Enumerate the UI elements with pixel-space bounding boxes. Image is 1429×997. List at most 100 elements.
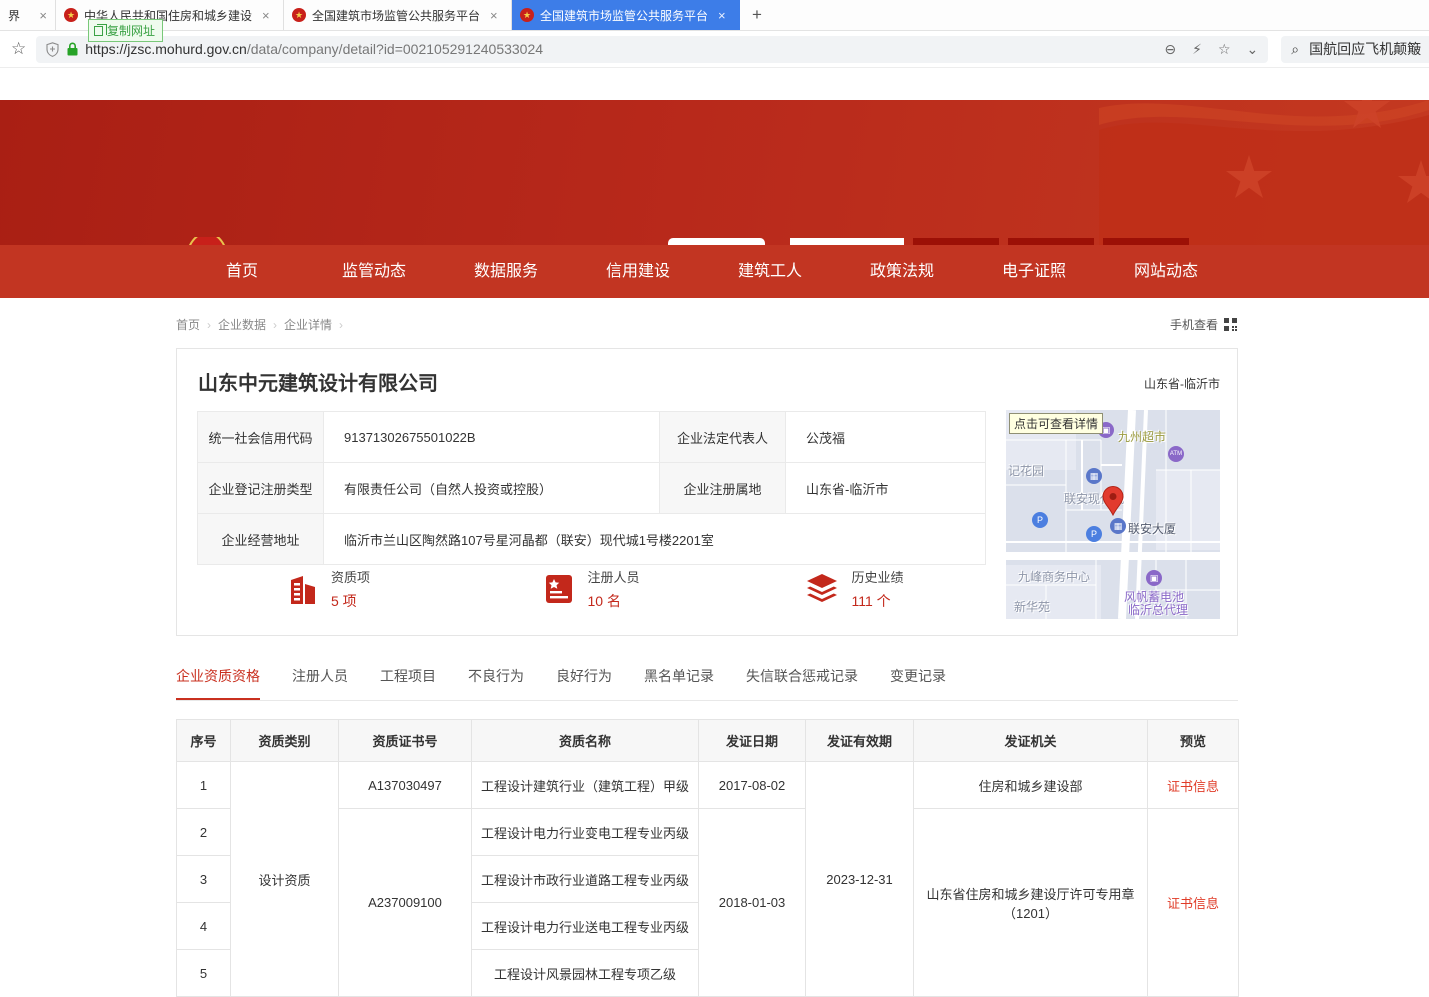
certificate-info-link[interactable]: 证书信息	[1167, 779, 1219, 794]
cell-no: 4	[177, 903, 231, 950]
legal-rep-label: 企业法定代表人	[660, 412, 786, 463]
browser-toolbar: ☆ https://jzsc.mohurd.gov.cn/data/compan…	[0, 31, 1429, 68]
flash-icon[interactable]: ⚡	[1192, 41, 1202, 58]
nav-item-home[interactable]: 首页	[176, 245, 308, 298]
tab-close-icon[interactable]: ×	[490, 9, 498, 22]
cell-name: 工程设计建筑行业（建筑工程）甲级	[472, 762, 699, 809]
stat-label: 资质项	[331, 567, 370, 586]
cell-category: 设计资质	[231, 762, 339, 997]
credit-code-label: 统一社会信用代码	[198, 412, 324, 463]
tab-close-icon[interactable]: ×	[39, 9, 47, 22]
cell-issue-date: 2018-01-03	[699, 809, 806, 997]
map-label-battery-2: 临沂总代理	[1128, 601, 1188, 618]
breadcrumb-home[interactable]: 首页	[176, 316, 200, 333]
main-content: 首页 › 企业数据 › 企业详情 › 手机查看 山东中元建筑设计有限公司 山东省…	[176, 316, 1238, 997]
tab-registered-personnel[interactable]: 注册人员	[292, 666, 348, 700]
certificate-info-link[interactable]: 证书信息	[1167, 896, 1219, 911]
tab-bad-behavior[interactable]: 不良行为	[468, 666, 524, 700]
search-tab-credit[interactable]: 诚信记录	[1103, 238, 1189, 245]
address-label: 企业经营地址	[198, 514, 324, 565]
legal-rep-value: 公茂福	[786, 412, 986, 463]
cell-cert-no: A137030497	[339, 762, 472, 809]
reg-type-value: 有限责任公司（自然人投资或控股）	[324, 463, 660, 514]
reg-type-label: 企业登记注册类型	[198, 463, 324, 514]
copy-url-tooltip: 复制网址	[88, 19, 163, 42]
search-tab-project[interactable]: 建设项目	[1008, 238, 1094, 245]
stat-qualifications: 资质项 5 项	[197, 567, 460, 611]
search-tab-enterprise[interactable]: 建设工程企业	[790, 238, 904, 245]
tab-projects[interactable]: 工程项目	[380, 666, 436, 700]
qr-code-card	[668, 238, 765, 245]
nav-item-policy[interactable]: 政策法规	[836, 245, 968, 298]
mobile-view-label[interactable]: 手机查看	[1170, 316, 1218, 333]
certificate-book-icon	[543, 573, 575, 605]
url-text: https://jzsc.mohurd.gov.cn/data/company/…	[85, 41, 543, 57]
copy-icon	[94, 26, 103, 36]
map-pin-lianan-city: ▦	[1086, 468, 1102, 484]
site-favicon-icon: ★	[64, 8, 78, 22]
breadcrumb-company-detail[interactable]: 企业详情	[284, 316, 332, 333]
stat-value[interactable]: 111 个	[851, 591, 903, 611]
cell-no: 5	[177, 950, 231, 997]
url-domain: https://jzsc.mohurd.gov.cn	[85, 41, 247, 57]
company-summary-card: 山东中元建筑设计有限公司 山东省-临沂市 统一社会信用代码 9137130267…	[176, 348, 1238, 636]
mobile-qr-icon[interactable]	[1223, 317, 1238, 332]
map-label-xinhua: 新华苑	[1014, 598, 1050, 615]
map-label-supermarket: 九州超市	[1118, 428, 1166, 445]
nav-item-data-service[interactable]: 数据服务	[440, 245, 572, 298]
nav-item-e-license[interactable]: 电子证照	[968, 245, 1100, 298]
hot-search-text[interactable]: 国航回应飞机颠簸	[1309, 39, 1421, 59]
tab-title: 全国建筑市场监管公共服务平台	[540, 7, 710, 24]
location-map[interactable]: 点击可查看详情 ▣ 九州超市 ATM 记花园 ▦ 联安现代城 ▦ 联安大厦 P …	[1006, 410, 1220, 619]
tab-change-records[interactable]: 变更记录	[890, 666, 946, 700]
page-top-gap	[0, 68, 1429, 100]
new-tab-button[interactable]: +	[740, 0, 774, 30]
address-bar[interactable]: https://jzsc.mohurd.gov.cn/data/company/…	[36, 36, 1268, 63]
main-navigation: 首页 监管动态 数据服务 信用建设 建筑工人 政策法规 电子证照 网站动态	[0, 245, 1429, 298]
bookmark-star-icon[interactable]: ☆	[11, 39, 26, 59]
nav-item-credit[interactable]: 信用建设	[572, 245, 704, 298]
zoom-out-icon[interactable]: ⊖	[1164, 41, 1176, 58]
map-marker-red-pin	[1102, 486, 1124, 516]
tab-qualifications[interactable]: 企业资质资格	[176, 666, 260, 700]
favorite-star-icon[interactable]: ☆	[1218, 41, 1231, 58]
map-pin-parking-1: P	[1032, 512, 1048, 528]
nav-item-site-news[interactable]: 网站动态	[1100, 245, 1232, 298]
cell-issue-date: 2017-08-02	[699, 762, 806, 809]
site-favicon-icon: ★	[292, 8, 306, 22]
tab-blacklist[interactable]: 黑名单记录	[644, 666, 714, 700]
browser-search-box[interactable]: ⌕ 国航回应飞机颠簸	[1281, 36, 1429, 63]
shield-icon	[46, 42, 59, 57]
tab-dishonesty-records[interactable]: 失信联合惩戒记录	[746, 666, 858, 700]
cell-authority: 住房和城乡建设部	[914, 762, 1148, 809]
table-row: 企业经营地址 临沂市兰山区陶然路107号星河晶都（联安）现代城1号楼2201室	[198, 514, 986, 565]
browser-tab-0[interactable]: 界 ×	[0, 0, 56, 30]
qualification-table: 序号 资质类别 资质证书号 资质名称 发证日期 发证有效期 发证机关 预览 1 …	[176, 719, 1239, 997]
map-label-lianan-tower: 联安大厦	[1128, 520, 1176, 537]
stat-value[interactable]: 10 名	[587, 591, 639, 611]
layers-icon	[805, 573, 839, 605]
nav-item-supervision[interactable]: 监管动态	[308, 245, 440, 298]
stat-registered-personnel: 注册人员 10 名	[460, 567, 723, 611]
search-tab-personnel[interactable]: 从业人员	[913, 238, 999, 245]
stat-value[interactable]: 5 项	[331, 591, 370, 611]
address-value: 临沂市兰山区陶然路107号星河晶都（联安）现代城1号楼2201室	[324, 514, 986, 565]
tab-title: 全国建筑市场监管公共服务平台	[312, 7, 482, 24]
browser-tab-2[interactable]: ★ 全国建筑市场监管公共服务平台 ×	[284, 0, 512, 30]
browser-tab-3-active[interactable]: ★ 全国建筑市场监管公共服务平台 ×	[512, 0, 740, 30]
nav-item-workers[interactable]: 建筑工人	[704, 245, 836, 298]
map-pin-atm: ATM	[1168, 446, 1184, 462]
building-icon	[287, 572, 319, 606]
tab-close-icon[interactable]: ×	[262, 9, 270, 22]
cell-cert-no: A237009100	[339, 809, 472, 997]
company-name: 山东中元建筑设计有限公司	[198, 367, 438, 396]
tab-good-behavior[interactable]: 良好行为	[556, 666, 612, 700]
tab-close-icon[interactable]: ×	[718, 9, 726, 22]
cell-no: 2	[177, 809, 231, 856]
cell-name: 工程设计电力行业变电工程专业丙级	[472, 809, 699, 856]
map-pin-battery: ▣	[1146, 570, 1162, 586]
search-icon: ⌕	[1291, 41, 1299, 58]
stat-label: 历史业绩	[851, 567, 903, 586]
breadcrumb-company-data[interactable]: 企业数据	[218, 316, 266, 333]
chevron-down-icon[interactable]: ⌄	[1247, 41, 1259, 58]
